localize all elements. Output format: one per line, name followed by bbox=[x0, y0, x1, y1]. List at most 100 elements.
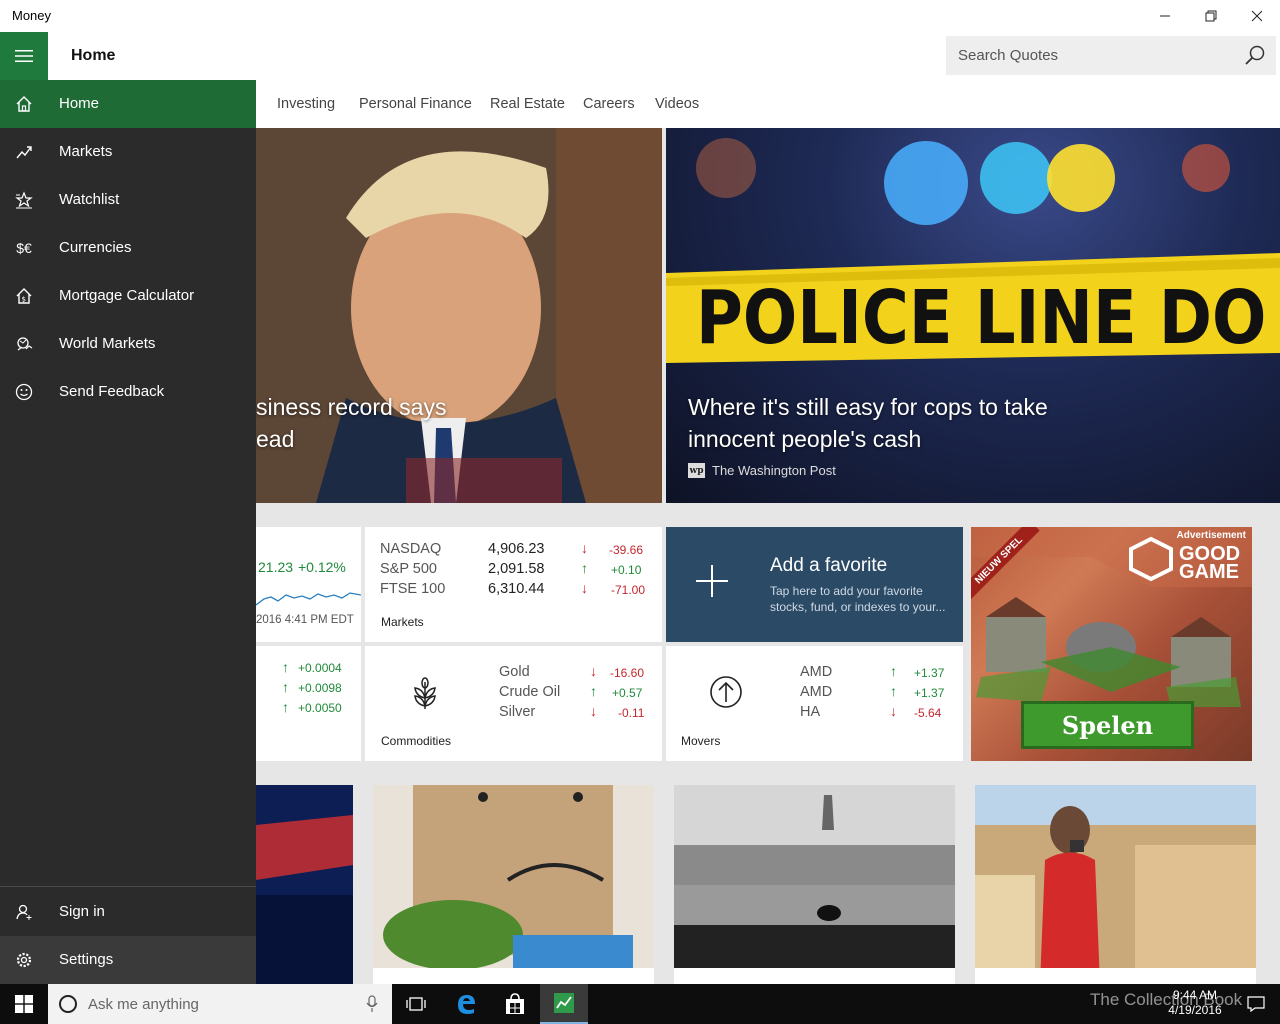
news-photo-1 bbox=[256, 785, 353, 984]
hero-story-1[interactable]: siness record says ead bbox=[256, 128, 662, 503]
task-view-icon bbox=[406, 997, 426, 1011]
sidebar-item-label: World Markets bbox=[59, 335, 156, 352]
plus-icon bbox=[696, 565, 728, 597]
index-change: +0.12% bbox=[298, 559, 346, 575]
add-favorite-tile[interactable]: Add a favorite Tap here to add your favo… bbox=[666, 527, 963, 642]
edge-button[interactable] bbox=[442, 984, 490, 1024]
page-title: Home bbox=[71, 47, 116, 64]
hero-caption-1-line1: siness record says bbox=[256, 394, 447, 420]
currency-change: +0.0004 bbox=[298, 661, 342, 675]
market-name: S&P 500 bbox=[380, 561, 437, 577]
news-card-4[interactable] bbox=[975, 785, 1256, 984]
advertisement-tile[interactable]: NIEUW SPEL Advertisement GOOD GAME Spele… bbox=[971, 527, 1252, 761]
settings-button[interactable]: Settings bbox=[0, 936, 256, 984]
tab-videos[interactable]: Videos bbox=[655, 96, 699, 112]
restore-button[interactable] bbox=[1188, 0, 1234, 32]
settings-label: Settings bbox=[59, 951, 114, 968]
news-card-3[interactable] bbox=[674, 785, 955, 984]
minimize-button[interactable] bbox=[1142, 0, 1188, 32]
watchlist-icon bbox=[14, 190, 34, 210]
tab-investing[interactable]: Investing bbox=[277, 96, 335, 112]
sidebar-item-label: Watchlist bbox=[59, 191, 120, 208]
markets-tile-label: Markets bbox=[381, 615, 424, 629]
commodity-change: -16.60 bbox=[610, 666, 645, 680]
clock[interactable]: 9:44 AM 4/19/2016 bbox=[1165, 988, 1225, 1018]
close-button[interactable] bbox=[1234, 0, 1280, 32]
ad-play-button[interactable]: Spelen bbox=[1021, 701, 1194, 749]
police-line-text: POLICE LINE DO NOT CR bbox=[696, 276, 1280, 361]
tab-careers[interactable]: Careers bbox=[583, 96, 635, 112]
favorite-desc: Tap here to add your favorite stocks, fu… bbox=[770, 584, 946, 614]
sidebar-item-currencies[interactable]: $€ Currencies bbox=[0, 224, 256, 272]
market-change: -39.66 bbox=[609, 543, 644, 557]
favorite-title: Add a favorite bbox=[770, 555, 888, 576]
restore-icon bbox=[1205, 10, 1217, 22]
markets-tile[interactable]: NASDAQ 4,906.23 ↓ -39.66 S&P 500 2,091.5… bbox=[365, 527, 662, 642]
news-card-4-caption bbox=[975, 968, 1256, 984]
news-photo-2 bbox=[373, 785, 654, 984]
clock-date: 4/19/2016 bbox=[1168, 1003, 1222, 1017]
money-app-icon bbox=[554, 993, 574, 1013]
sidebar-item-label: Home bbox=[59, 95, 100, 112]
search-quotes-input[interactable]: Search Quotes bbox=[946, 36, 1276, 75]
microphone-icon[interactable] bbox=[366, 995, 378, 1013]
tab-personal-finance[interactable]: Personal Finance bbox=[359, 96, 472, 112]
commodity-name: Gold bbox=[499, 664, 530, 680]
news-photo-4 bbox=[975, 785, 1256, 984]
world-markets-icon bbox=[14, 334, 34, 354]
market-value: 4,906.23 bbox=[488, 541, 545, 557]
sidebar-item-home[interactable]: Home bbox=[0, 80, 256, 128]
news-card-2[interactable] bbox=[373, 785, 654, 984]
market-name: NASDAQ bbox=[380, 541, 442, 557]
market-value: 6,310.44 bbox=[488, 581, 545, 597]
news-photo-3 bbox=[674, 785, 955, 984]
money-app-button[interactable] bbox=[540, 984, 588, 1024]
commodities-tile[interactable]: Gold ↓ -16.60 Crude Oil ↑ +0.57 Silver ↓… bbox=[365, 646, 662, 761]
news-card-1[interactable] bbox=[256, 785, 353, 984]
search-icon[interactable] bbox=[1244, 45, 1266, 67]
commodity-change: +0.57 bbox=[612, 686, 643, 700]
mover-change: +1.37 bbox=[914, 686, 945, 700]
currencies-tile[interactable]: ↑ +0.0004 ↑ +0.0098 ↑ +0.0050 bbox=[256, 646, 361, 761]
clock-time: 9:44 AM bbox=[1172, 988, 1218, 1002]
minimize-icon bbox=[1160, 15, 1170, 17]
person-add-icon bbox=[14, 902, 34, 922]
cortana-icon bbox=[59, 995, 77, 1013]
hero-caption-2-line1: Where it's still easy for cops to take bbox=[688, 394, 1048, 420]
index-tile[interactable]: 21.23 +0.12% 2016 4:41 PM EDT bbox=[256, 527, 361, 642]
start-button[interactable] bbox=[0, 984, 48, 1024]
washington-post-icon: wp bbox=[688, 463, 705, 478]
market-change: -71.00 bbox=[611, 583, 646, 597]
sidebar-item-world-markets[interactable]: World Markets bbox=[0, 320, 256, 368]
sidebar-item-send-feedback[interactable]: Send Feedback bbox=[0, 368, 256, 416]
cortana-search-box[interactable]: Ask me anything bbox=[48, 984, 392, 1024]
ad-brand-line2: GAME bbox=[1179, 561, 1239, 583]
arrow-down-icon: ↓ bbox=[590, 663, 597, 679]
hero-story-2[interactable]: POLICE LINE DO NOT CR Where it's still e… bbox=[666, 128, 1280, 503]
hero-caption-1: siness record says ead bbox=[256, 391, 446, 455]
movers-tile[interactable]: AMD ↑ +1.37 AMD ↑ +1.37 HA ↓ -5.64 Mover… bbox=[666, 646, 963, 761]
sign-in-label: Sign in bbox=[59, 903, 105, 920]
sidebar-item-markets[interactable]: Markets bbox=[0, 128, 256, 176]
task-view-button[interactable] bbox=[392, 984, 440, 1024]
sidebar-item-watchlist[interactable]: Watchlist bbox=[0, 176, 256, 224]
sidebar-item-label: Markets bbox=[59, 143, 113, 160]
mover-change: -5.64 bbox=[914, 706, 942, 720]
commodity-change: -0.11 bbox=[618, 706, 645, 720]
hamburger-button[interactable] bbox=[0, 32, 48, 80]
movers-tile-label: Movers bbox=[681, 734, 721, 748]
arrow-up-icon: ↑ bbox=[282, 699, 289, 715]
search-placeholder: Search Quotes bbox=[958, 47, 1059, 64]
mover-name: AMD bbox=[800, 664, 833, 680]
sidebar-item-mortgage-calculator[interactable]: $ Mortgage Calculator bbox=[0, 272, 256, 320]
action-center-button[interactable] bbox=[1232, 984, 1280, 1024]
arrow-down-icon: ↓ bbox=[581, 540, 588, 556]
home-icon bbox=[14, 94, 34, 114]
sign-in-button[interactable]: Sign in bbox=[0, 888, 256, 936]
currency-icon: $€ bbox=[16, 240, 32, 256]
sidebar-item-label: Mortgage Calculator bbox=[59, 287, 195, 304]
market-value: 2,091.58 bbox=[488, 561, 545, 577]
windows-logo-icon bbox=[15, 995, 33, 1013]
tab-real-estate[interactable]: Real Estate bbox=[490, 96, 565, 112]
store-button[interactable] bbox=[491, 984, 539, 1024]
